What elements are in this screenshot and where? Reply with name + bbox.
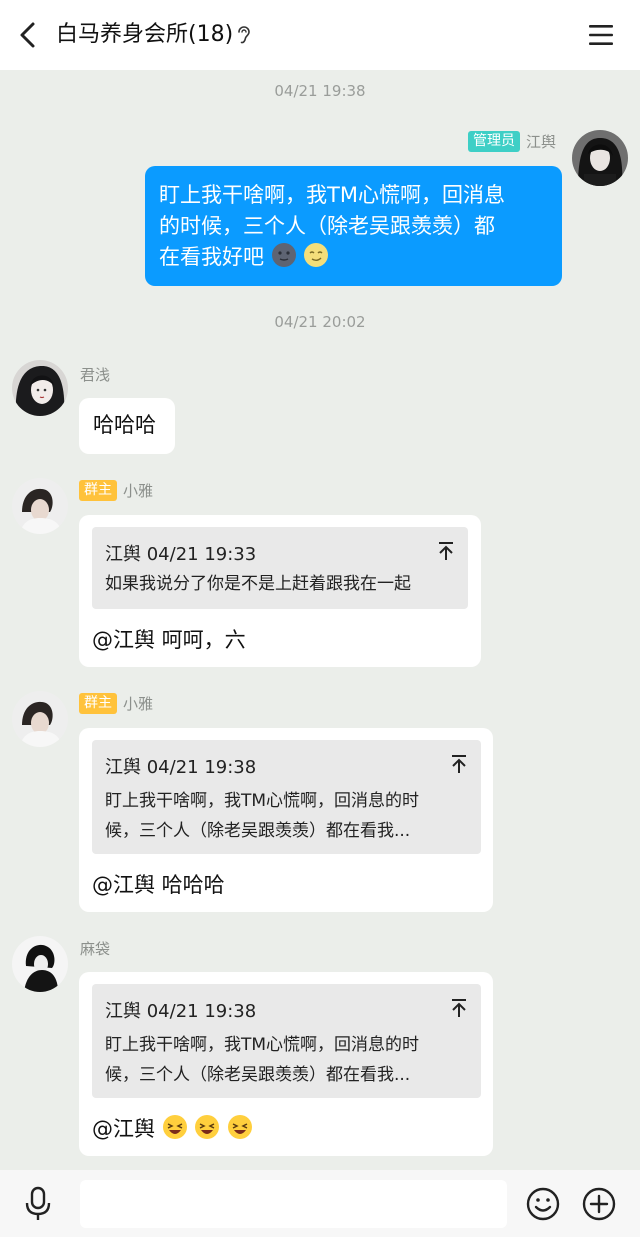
- sender-name: 小雅: [123, 482, 154, 500]
- message-line: 的时候，三个人（除老吴跟羡羡）都: [159, 214, 495, 238]
- sender-name: 小雅: [123, 695, 154, 713]
- quote-header: 江舆 04/21 19:33: [105, 544, 257, 565]
- laughing-face-icon: [162, 1115, 187, 1139]
- avatar[interactable]: [572, 130, 628, 186]
- laughing-face-icon: [228, 1115, 253, 1139]
- sender-info: 君浅: [80, 364, 110, 385]
- incoming-message-bubble[interactable]: 江舆 04/21 19:38 盯上我干啥啊，我TM心慌啊，回消息的时 候，三个人…: [79, 728, 493, 912]
- quoted-message[interactable]: 江舆 04/21 19:38 盯上我干啥啊，我TM心慌啊，回消息的时 候，三个人…: [92, 984, 481, 1098]
- plus-circle-icon[interactable]: [582, 1187, 616, 1221]
- quoted-message[interactable]: 江舆 04/21 19:38 盯上我干啥啊，我TM心慌啊，回消息的时 候，三个人…: [92, 740, 481, 854]
- message-line: 盯上我干啥啊，我TM心慌啊，回消息: [159, 183, 505, 207]
- sender-name: 江舆: [525, 133, 556, 151]
- avatar[interactable]: [12, 360, 68, 416]
- sender-name: 君浅: [80, 366, 111, 384]
- outgoing-message-bubble[interactable]: 盯上我干啥啊，我TM心慌啊，回消息 的时候，三个人（除老吴跟羡羡）都 在看我好吧: [145, 166, 562, 286]
- quote-header: 江舆 04/21 19:38: [105, 1001, 257, 1022]
- owner-badge: 群主: [79, 693, 117, 714]
- laughing-face-icon: [195, 1115, 220, 1139]
- microphone-icon[interactable]: [22, 1186, 54, 1222]
- timestamp: 04/21 19:38: [274, 82, 366, 100]
- sender-info: 群主 小雅: [79, 693, 153, 714]
- menu-icon[interactable]: [588, 22, 614, 48]
- message-input[interactable]: [80, 1180, 507, 1228]
- quote-text: 如果我说分了你是不是上赶着跟我在一起: [105, 574, 411, 594]
- jump-to-original-icon[interactable]: [450, 998, 468, 1018]
- owner-badge: 群主: [79, 480, 117, 501]
- incoming-message-bubble[interactable]: 江舆 04/21 19:33 如果我说分了你是不是上赶着跟我在一起 @江舆 呵呵…: [79, 515, 481, 667]
- message-line: 在看我好吧: [159, 245, 264, 269]
- incoming-message-bubble[interactable]: 江舆 04/21 19:38 盯上我干啥啊，我TM心慌啊，回消息的时 候，三个人…: [79, 972, 493, 1156]
- ear-icon[interactable]: [236, 24, 252, 46]
- quote-text: 候，三个人（除老吴跟羡羡）都在看我...: [105, 1065, 411, 1085]
- sender-name: 麻袋: [80, 940, 111, 958]
- quoted-message[interactable]: 江舆 04/21 19:33 如果我说分了你是不是上赶着跟我在一起: [92, 527, 468, 609]
- group-title: 白马养身会所(18): [56, 22, 234, 47]
- reply-text: @江舆: [92, 1117, 155, 1141]
- incoming-message-bubble[interactable]: 哈哈哈: [79, 398, 175, 454]
- reply-text: @江舆 呵呵，六: [92, 628, 246, 652]
- sender-info: 管理员 江舆: [467, 131, 556, 152]
- moon-face-icon: [304, 243, 329, 267]
- input-bar: [0, 1170, 640, 1237]
- avatar[interactable]: [12, 691, 68, 747]
- admin-badge: 管理员: [467, 131, 520, 152]
- quote-text: 盯上我干啥啊，我TM心慌啊，回消息的时: [105, 791, 420, 811]
- sender-info: 麻袋: [80, 938, 110, 959]
- jump-to-original-icon[interactable]: [450, 754, 468, 774]
- message-text: 哈哈哈: [93, 413, 156, 437]
- emoji-smile-icon[interactable]: [526, 1187, 560, 1221]
- quote-header: 江舆 04/21 19:38: [105, 757, 257, 778]
- sender-info: 群主 小雅: [79, 480, 153, 501]
- new-moon-face-icon: [271, 243, 296, 267]
- reply-text: @江舆 哈哈哈: [92, 873, 225, 897]
- avatar[interactable]: [12, 936, 68, 992]
- quote-text: 盯上我干啥啊，我TM心慌啊，回消息的时: [105, 1035, 420, 1055]
- quote-text: 候，三个人（除老吴跟羡羡）都在看我...: [105, 821, 411, 841]
- timestamp: 04/21 20:02: [274, 313, 366, 331]
- reply-row: @江舆: [92, 1114, 253, 1145]
- back-arrow-icon[interactable]: [14, 20, 42, 50]
- jump-to-original-icon[interactable]: [437, 541, 455, 561]
- avatar[interactable]: [12, 478, 68, 534]
- chat-header: 白马养身会所(18): [0, 0, 640, 70]
